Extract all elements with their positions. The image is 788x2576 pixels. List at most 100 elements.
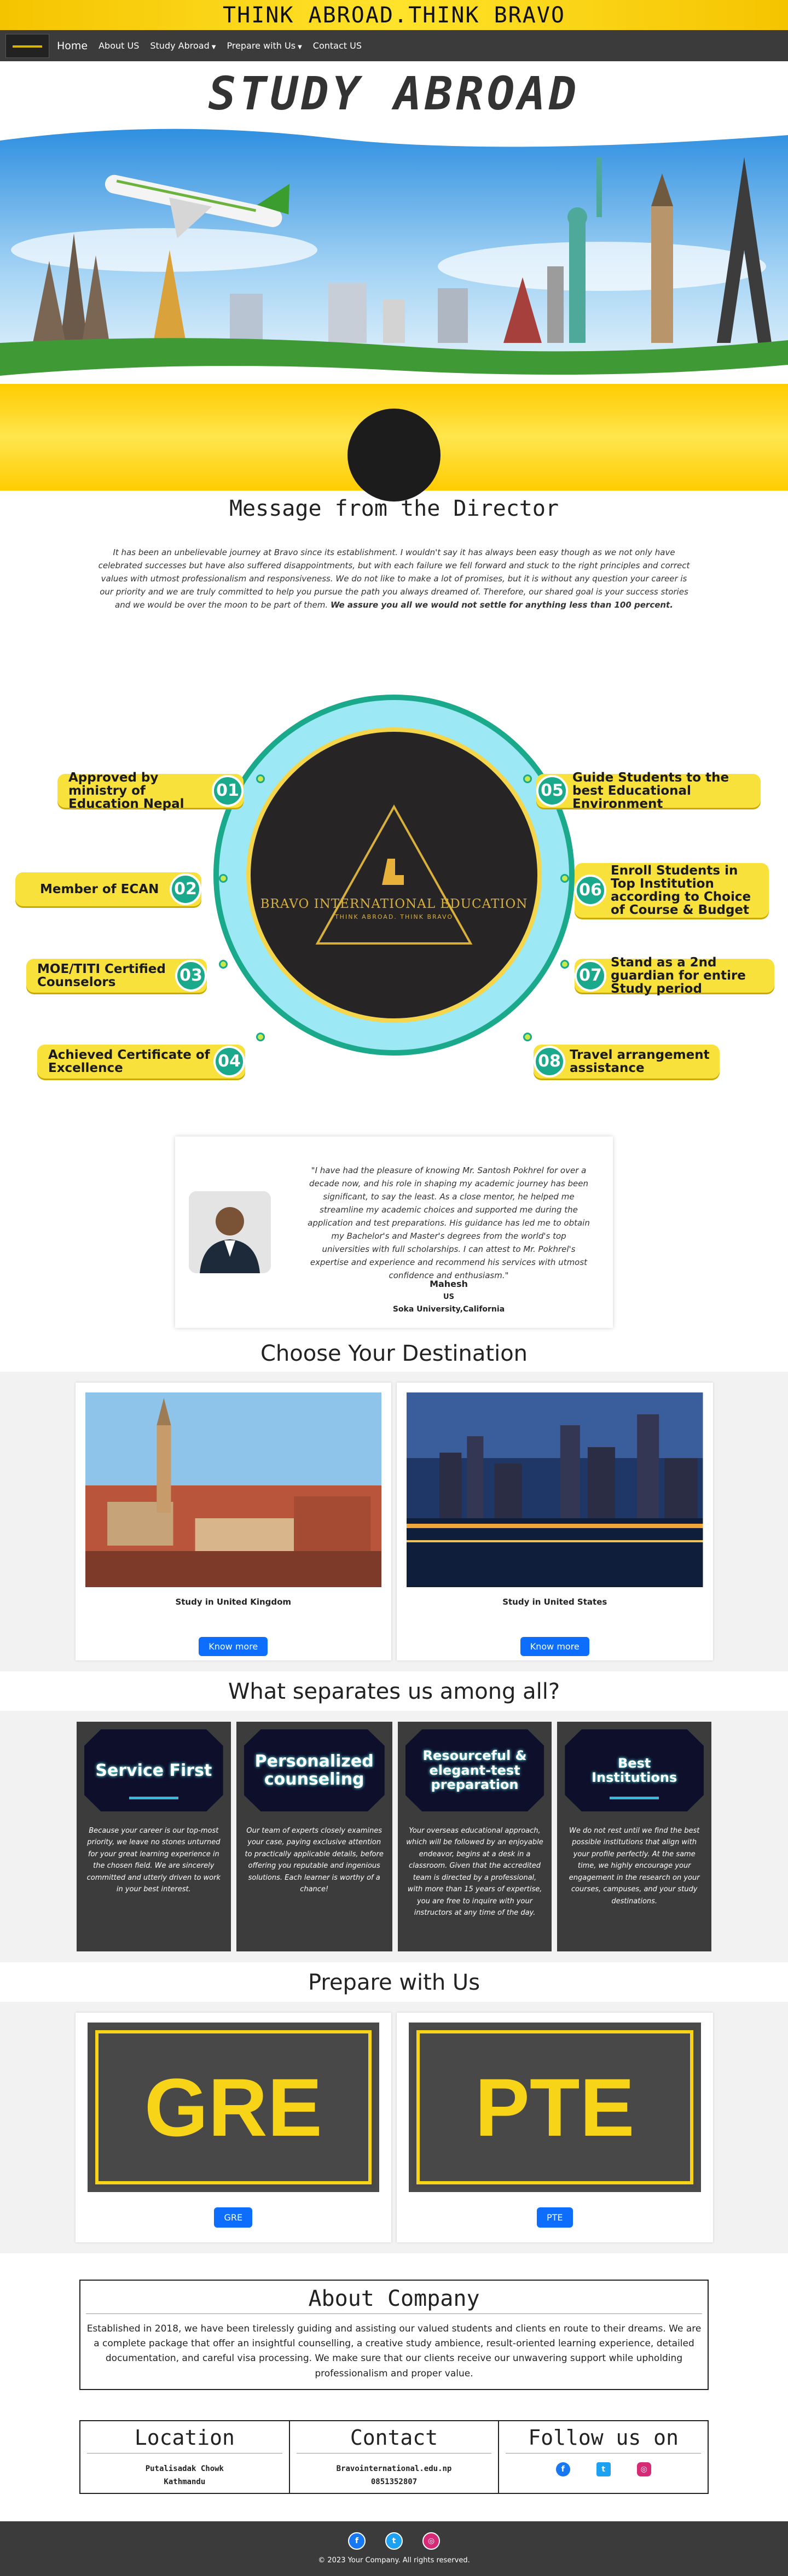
separate-text: Our team of experts closely examines you… bbox=[245, 1827, 384, 1894]
brand-logo[interactable] bbox=[5, 33, 49, 58]
wheel-item-08: 08 Travel arrangement assistance bbox=[534, 1045, 720, 1079]
connector-dot bbox=[256, 774, 265, 783]
wheel-item-number: 04 bbox=[213, 1046, 245, 1077]
wheel-item-05: 05 Guide Students to the best Educationa… bbox=[536, 771, 761, 811]
nav-about[interactable]: About US bbox=[99, 40, 139, 51]
connector-dot bbox=[560, 960, 569, 969]
director-message: It has been an unbelievable journey at B… bbox=[95, 546, 694, 611]
location-line1: Putalisadak Chowk bbox=[145, 2464, 224, 2473]
separate-text: We do not rest until we find the best po… bbox=[569, 1827, 700, 1905]
wheel-item-text: Achieved Certificate of Excellence bbox=[48, 1047, 210, 1075]
nav-study-abroad-label: Study Abroad bbox=[150, 40, 210, 51]
connector-dot bbox=[560, 874, 569, 883]
twitter-icon[interactable]: t bbox=[596, 2462, 611, 2476]
testimonial-name: Mahesh bbox=[430, 1279, 468, 1289]
about-text: Established in 2018, we have been tirele… bbox=[86, 2323, 702, 2379]
testimonial-section: "I have had the pleasure of knowing Mr. … bbox=[0, 1137, 788, 1328]
wheel-item-text: MOE/TITI Certified Counselors bbox=[37, 961, 166, 989]
navbar: Home About US Study Abroad ▼ Prepare with… bbox=[0, 30, 788, 61]
gre-logo: GRE bbox=[87, 2023, 379, 2192]
wheel-item-text: Travel arrangement assistance bbox=[570, 1047, 710, 1075]
us-city-image bbox=[407, 1392, 703, 1587]
brand-triangle-icon bbox=[315, 804, 473, 945]
wheel-item-04: Achieved Certificate of Excellence 04 bbox=[37, 1045, 245, 1079]
destination-card-us: Study in United States Know more bbox=[397, 1383, 713, 1660]
director-banner bbox=[0, 384, 788, 502]
testimonial-quote: "I have had the pleasure of knowing Mr. … bbox=[308, 1165, 590, 1280]
know-more-button-us[interactable]: Know more bbox=[520, 1637, 589, 1656]
wheel-item-text: Member of ECAN bbox=[40, 882, 159, 896]
testimonial-university: Soka University,California bbox=[392, 1305, 505, 1314]
uk-city-image bbox=[85, 1392, 381, 1587]
know-more-button-uk[interactable]: Know more bbox=[199, 1637, 268, 1656]
wheel-item-01: Approved by ministry of Education Nepal … bbox=[57, 770, 244, 812]
nav-prepare[interactable]: Prepare with Us ▼ bbox=[227, 40, 302, 51]
about-title: About Company bbox=[308, 2286, 480, 2311]
separate-text: Because your career is our top-most prio… bbox=[86, 1827, 221, 1894]
separates-title: What separates us among all? bbox=[228, 1679, 560, 1704]
wheel-brand-name: BRAVO INTERNATIONAL EDUCATION bbox=[260, 897, 528, 911]
wheel-item-number: 08 bbox=[534, 1046, 565, 1077]
wheel-item-number: 03 bbox=[175, 960, 207, 992]
connector-dot bbox=[256, 1033, 265, 1041]
connector-dot bbox=[523, 774, 532, 783]
copyright-text: © 2023 Your Company. All rights reserved… bbox=[318, 2556, 470, 2565]
pte-logo: PTE bbox=[409, 2023, 701, 2192]
director-section: Message from the Director It has been an… bbox=[0, 491, 788, 633]
separate-card-1: Service First Because your career is our… bbox=[77, 1722, 231, 1951]
separate-card-4: Best Institutions We do not rest until w… bbox=[557, 1722, 712, 1951]
separate-heading: Personalized counseling bbox=[254, 1752, 374, 1789]
connector-dot bbox=[219, 960, 228, 969]
info-section: Location Putalisadak Chowk Kathmandu Con… bbox=[79, 2420, 709, 2494]
wheel-item-text: Approved by ministry of Education Nepal bbox=[68, 770, 184, 812]
wheel-item-number: 02 bbox=[170, 873, 201, 905]
nav-contact[interactable]: Contact US bbox=[313, 40, 362, 51]
separate-card-2: Personalized counseling Our team of expe… bbox=[236, 1722, 392, 1951]
instagram-icon[interactable]: ◎ bbox=[422, 2532, 440, 2550]
director-avatar bbox=[347, 409, 441, 502]
destination-label-us: Study in United States bbox=[502, 1597, 607, 1607]
nav-prepare-label: Prepare with Us bbox=[227, 40, 296, 51]
location-column: Location Putalisadak Chowk Kathmandu bbox=[80, 2421, 290, 2493]
pte-button[interactable]: PTE bbox=[536, 2207, 573, 2228]
chevron-down-icon: ▼ bbox=[298, 44, 302, 50]
facebook-icon[interactable]: f bbox=[348, 2532, 366, 2550]
hero-title: STUDY ABROAD bbox=[208, 67, 580, 120]
destination-card-uk: Study in United Kingdom Know more bbox=[75, 1383, 391, 1660]
footer: f t ◎ © 2023 Your Company. All rights re… bbox=[0, 2521, 788, 2576]
features-wheel: BRAVO INTERNATIONAL EDUCATION THINK ABRO… bbox=[0, 633, 788, 1079]
follow-title: Follow us on bbox=[528, 2425, 679, 2450]
chevron-down-icon: ▼ bbox=[211, 44, 216, 50]
destinations-title: Choose Your Destination bbox=[260, 1341, 528, 1366]
connector-dot bbox=[523, 1033, 532, 1041]
prepare-card-pte: PTE PTE bbox=[397, 2013, 713, 2242]
wheel-item-text: Stand as a 2nd guardian for entire Study… bbox=[611, 955, 746, 996]
hero-section: STUDY ABROAD bbox=[0, 61, 788, 384]
separate-heading: Resourceful & elegant-test preparation bbox=[422, 1748, 527, 1793]
follow-column: Follow us on f t ◎ bbox=[499, 2421, 708, 2493]
top-banner: THINK ABROAD.THINK BRAVO bbox=[0, 0, 788, 30]
wheel-brand-tagline: THINK ABROAD. THINK BRAVO bbox=[334, 913, 454, 920]
contact-email[interactable]: Bravointernational.edu.np bbox=[290, 2462, 499, 2476]
facebook-icon[interactable]: f bbox=[555, 2462, 570, 2476]
hero-landmarks-image bbox=[0, 129, 788, 376]
divider bbox=[86, 2313, 702, 2314]
twitter-icon[interactable]: t bbox=[385, 2532, 403, 2550]
wheel-item-03: MOE/TITI Certified Counselors 03 bbox=[26, 959, 207, 993]
wheel-item-number: 05 bbox=[536, 775, 568, 807]
prepare-card-gre: GRE GRE bbox=[75, 2013, 391, 2242]
nav-study-abroad[interactable]: Study Abroad ▼ bbox=[150, 40, 216, 51]
testimonial-country: US bbox=[443, 1293, 454, 1301]
wheel-item-06: 06 Enroll Students in Top Institution ac… bbox=[575, 863, 769, 918]
location-title: Location bbox=[134, 2425, 235, 2450]
prepare-section: GRE GRE PTE PTE bbox=[0, 2002, 788, 2253]
wheel-item-number: 01 bbox=[212, 775, 244, 807]
destinations-section: Study in United Kingdom Know more Study … bbox=[0, 1372, 788, 1671]
separate-heading: Best Institutions bbox=[592, 1755, 677, 1785]
separate-heading: Service First bbox=[95, 1761, 212, 1780]
instagram-icon[interactable]: ◎ bbox=[636, 2462, 651, 2476]
wheel-item-02: Member of ECAN 02 bbox=[15, 872, 201, 906]
gre-button[interactable]: GRE bbox=[214, 2207, 253, 2228]
contact-column: Contact Bravointernational.edu.np 085135… bbox=[290, 2421, 500, 2493]
nav-home[interactable]: Home bbox=[57, 40, 88, 52]
